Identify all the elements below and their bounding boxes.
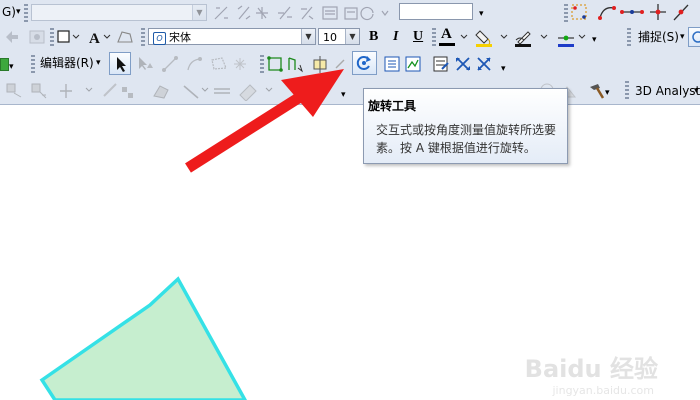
tooltip-body: 交互式或按角度测量值旋转所选要素。按 A 键根据值进行旋转。 — [376, 123, 557, 155]
annotation-arrow-icon — [185, 69, 344, 173]
tooltip-title: 旋转工具 — [368, 99, 417, 113]
rotate-tool-tooltip: 旋转工具 交互式或按角度测量值旋转所选要素。按 A 键根据值进行旋转。 — [363, 88, 568, 164]
watermark-url: jingyan.baidu.com — [552, 384, 654, 397]
watermark-brand-cn: 经验 — [610, 355, 658, 383]
watermark-logo: Baidu 经验 — [525, 349, 658, 384]
watermark-brand: Baidu — [524, 355, 602, 383]
